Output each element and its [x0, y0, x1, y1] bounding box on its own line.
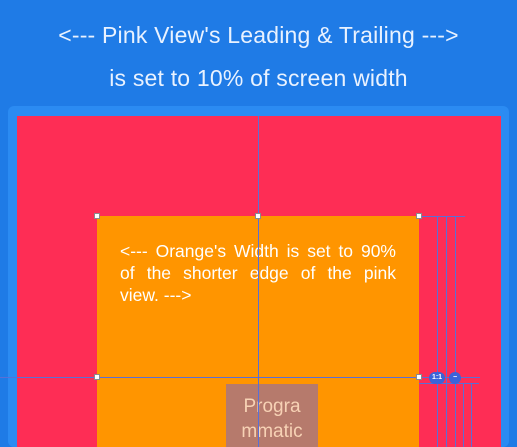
resize-handle-top-center[interactable]	[255, 213, 261, 219]
programmatic-label-line-2: mmatic	[241, 421, 303, 442]
minus-badge[interactable]: −	[449, 372, 461, 384]
orange-bottom-guide	[0, 377, 480, 378]
programmatic-label-line-1: Progra	[243, 396, 301, 417]
programmatic-label[interactable]: Progra mmatic	[226, 384, 318, 447]
resize-handle-bottom-right[interactable]	[416, 374, 422, 380]
right-guide-3	[455, 216, 456, 447]
orange-top-guide	[419, 216, 465, 217]
header-line-1: <--- Pink View's Leading & Trailing --->	[58, 22, 459, 48]
center-vertical-guide	[258, 116, 259, 447]
right-guide-5	[471, 383, 472, 447]
right-guide-4	[463, 383, 464, 447]
resize-handle-top-right[interactable]	[416, 213, 422, 219]
resize-handle-top-left[interactable]	[94, 213, 100, 219]
lower-guide	[419, 383, 479, 384]
resize-handle-bottom-left[interactable]	[94, 374, 100, 380]
header-line-2: is set to 10% of screen width	[109, 65, 408, 91]
aspect-ratio-badge[interactable]: 1:1	[429, 372, 445, 384]
right-guide-1	[437, 216, 438, 447]
right-guide-2	[446, 216, 447, 447]
